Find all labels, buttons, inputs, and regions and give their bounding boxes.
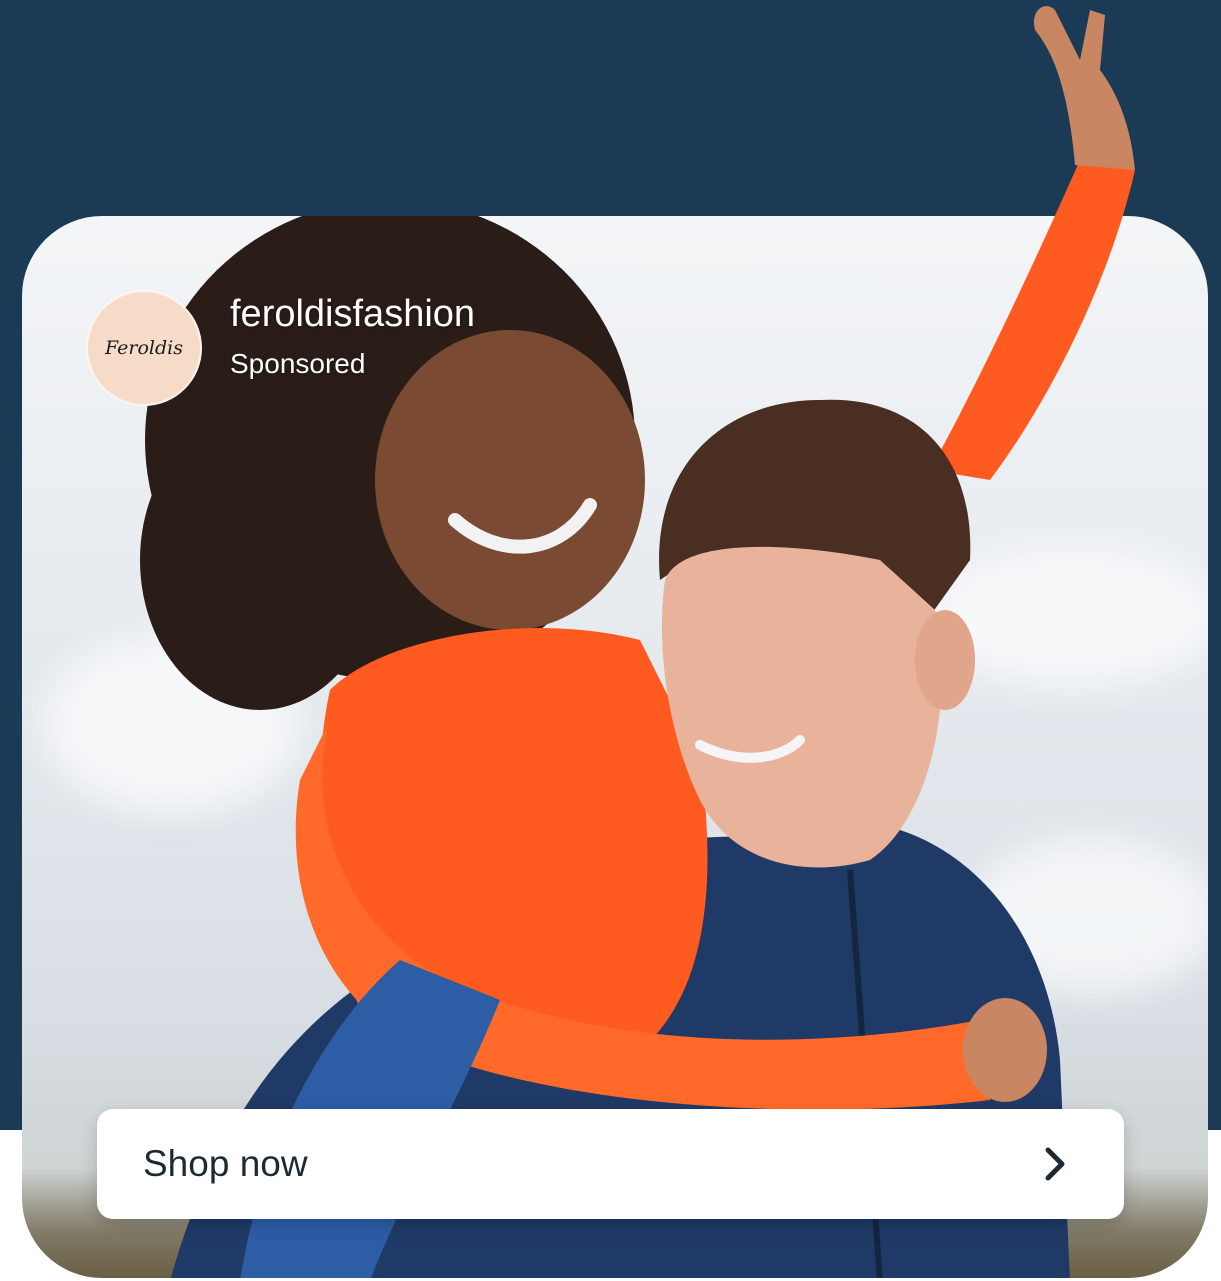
ad-header: Feroldis feroldisfashion Sponsored [86,290,475,406]
avatar[interactable]: Feroldis [86,290,202,406]
sponsored-label: Sponsored [230,348,366,379]
raised-arm [930,6,1135,480]
ad-photo [140,6,1135,1278]
chevron-right-icon [1045,1147,1065,1181]
header-text: feroldisfashion Sponsored [230,290,475,384]
brand-logo: Feroldis [105,337,183,359]
shop-now-label: Shop now [143,1143,308,1184]
account-name[interactable]: feroldisfashion [230,290,475,338]
shop-now-button[interactable]: Shop now [97,1109,1124,1219]
